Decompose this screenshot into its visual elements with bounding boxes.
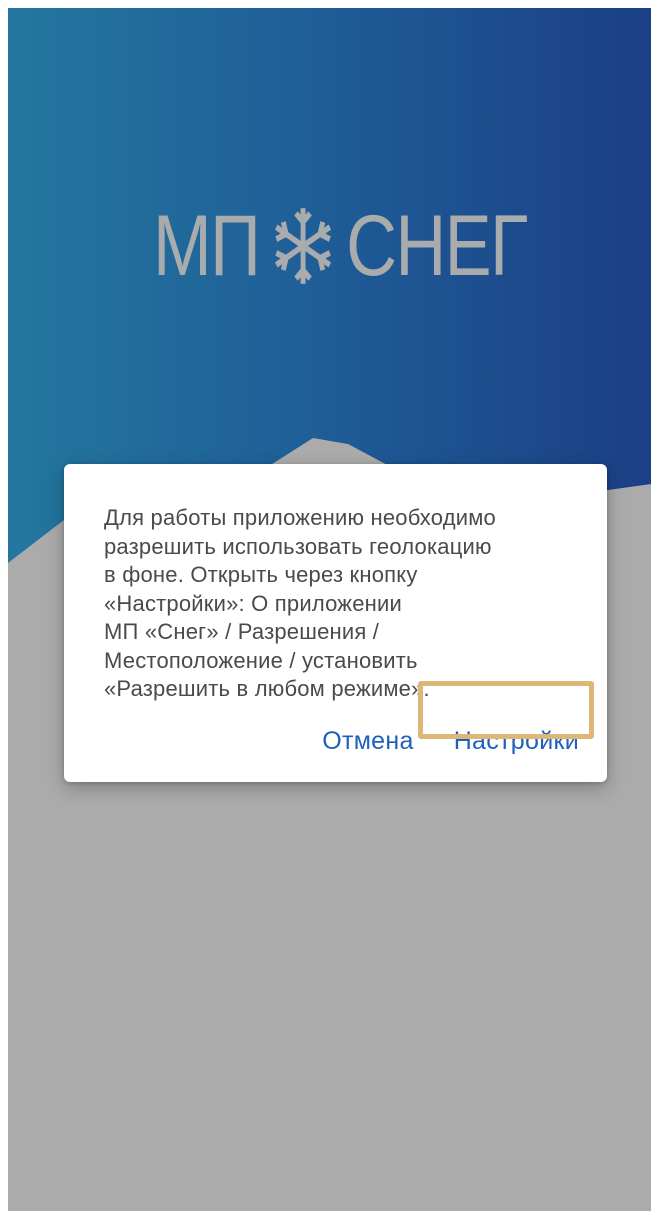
- app-logo: МП СНЕГ: [153, 198, 528, 294]
- settings-button[interactable]: Настройки: [448, 722, 585, 760]
- splash-screen: МП СНЕГ Для работы приложению необходимо…: [8, 8, 651, 1211]
- dialog-message: Для работы приложению необходимо разреши…: [104, 505, 496, 701]
- cancel-button[interactable]: Отмена: [316, 722, 420, 760]
- logo-text-left: МП: [153, 198, 261, 294]
- dialog-actions: Отмена Настройки: [316, 722, 585, 760]
- snowflake-icon: [275, 208, 332, 284]
- location-permission-dialog: Для работы приложению необходимо разреши…: [64, 464, 607, 782]
- logo-text-right: СНЕГ: [346, 198, 528, 294]
